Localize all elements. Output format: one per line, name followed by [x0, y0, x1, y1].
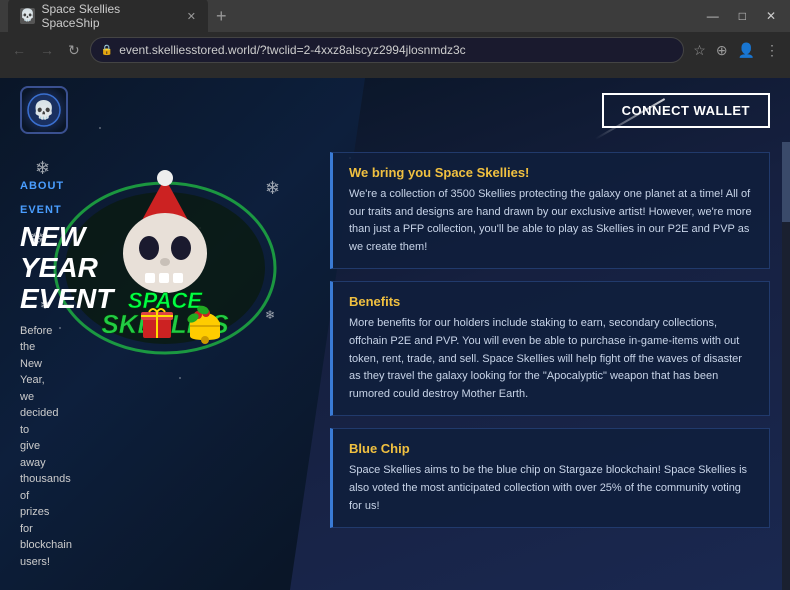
- reload-button[interactable]: ↻: [64, 40, 84, 61]
- card-1-title: We bring you Space Skellies!: [349, 165, 753, 180]
- profile-icon[interactable]: 👤: [735, 42, 758, 59]
- minimize-button[interactable]: —: [701, 9, 725, 23]
- site-logo: 💀: [20, 86, 68, 134]
- right-panel: We bring you Space Skellies! We're a col…: [310, 142, 790, 590]
- snowflake-1: ❄: [35, 158, 50, 179]
- logo-area: 💀: [20, 86, 68, 134]
- browser-chrome: 💀 Space Skellies SpaceShip ✕ + — □ ✕ ← →…: [0, 0, 790, 78]
- scrollbar[interactable]: [782, 142, 790, 590]
- url-text: event.skelliesstored.world/?twclid=2-4xx…: [119, 43, 466, 57]
- card-2-text: More benefits for our holders include st…: [349, 315, 753, 403]
- new-tab-button[interactable]: +: [216, 6, 227, 27]
- snowflake-2: ❄: [265, 178, 280, 199]
- lock-icon: 🔒: [101, 45, 113, 56]
- maximize-button[interactable]: □: [733, 9, 752, 23]
- close-button[interactable]: ✕: [760, 9, 782, 23]
- star-icon[interactable]: ☆: [690, 42, 709, 59]
- scrollbar-thumb[interactable]: [782, 142, 790, 222]
- tab-favicon: 💀: [20, 8, 35, 24]
- active-tab[interactable]: 💀 Space Skellies SpaceShip ✕: [8, 0, 208, 34]
- tab-close-button[interactable]: ✕: [187, 10, 196, 23]
- card-3-title: Blue Chip: [349, 441, 753, 456]
- toolbar-actions: ☆ ⊕ 👤 ⋮: [690, 42, 782, 59]
- bookmark-icon[interactable]: ⊕: [713, 42, 731, 59]
- card-1-text: We're a collection of 3500 Skellies prot…: [349, 186, 753, 256]
- card-3-text: Space Skellies aims to be the blue chip …: [349, 462, 753, 515]
- window-controls: — □ ✕: [701, 9, 782, 23]
- info-card-2: Benefits More benefits for our holders i…: [330, 281, 770, 416]
- connect-wallet-button[interactable]: CONNECT WALLET: [602, 93, 770, 128]
- menu-icon[interactable]: ⋮: [762, 42, 782, 59]
- browser-title-bar: 💀 Space Skellies SpaceShip ✕ + — □ ✕: [0, 0, 790, 32]
- svg-text:💀: 💀: [33, 99, 55, 120]
- page-header: 💀 CONNECT WALLET: [0, 78, 790, 142]
- browser-toolbar: ← → ↻ 🔒 event.skelliesstored.world/?twcl…: [0, 32, 790, 68]
- event-label[interactable]: EVENT: [20, 204, 62, 216]
- about-label[interactable]: ABOUT: [20, 180, 64, 192]
- card-2-title: Benefits: [349, 294, 753, 309]
- page-content: 💀 CONNECT WALLET ❄ ❄ ❄ ❄ ❄: [0, 78, 790, 590]
- forward-button[interactable]: →: [36, 40, 58, 60]
- tab-title: Space Skellies SpaceShip: [41, 2, 176, 30]
- info-card-3: Blue Chip Space Skellies aims to be the …: [330, 428, 770, 528]
- snowflake-5: ❄: [265, 308, 275, 322]
- back-button[interactable]: ←: [8, 40, 30, 60]
- info-card-1: We bring you Space Skellies! We're a col…: [330, 152, 770, 269]
- address-bar[interactable]: 🔒 event.skelliesstored.world/?twclid=2-4…: [90, 37, 685, 63]
- left-panel: ❄ ❄ ❄ ❄ ❄: [0, 138, 330, 590]
